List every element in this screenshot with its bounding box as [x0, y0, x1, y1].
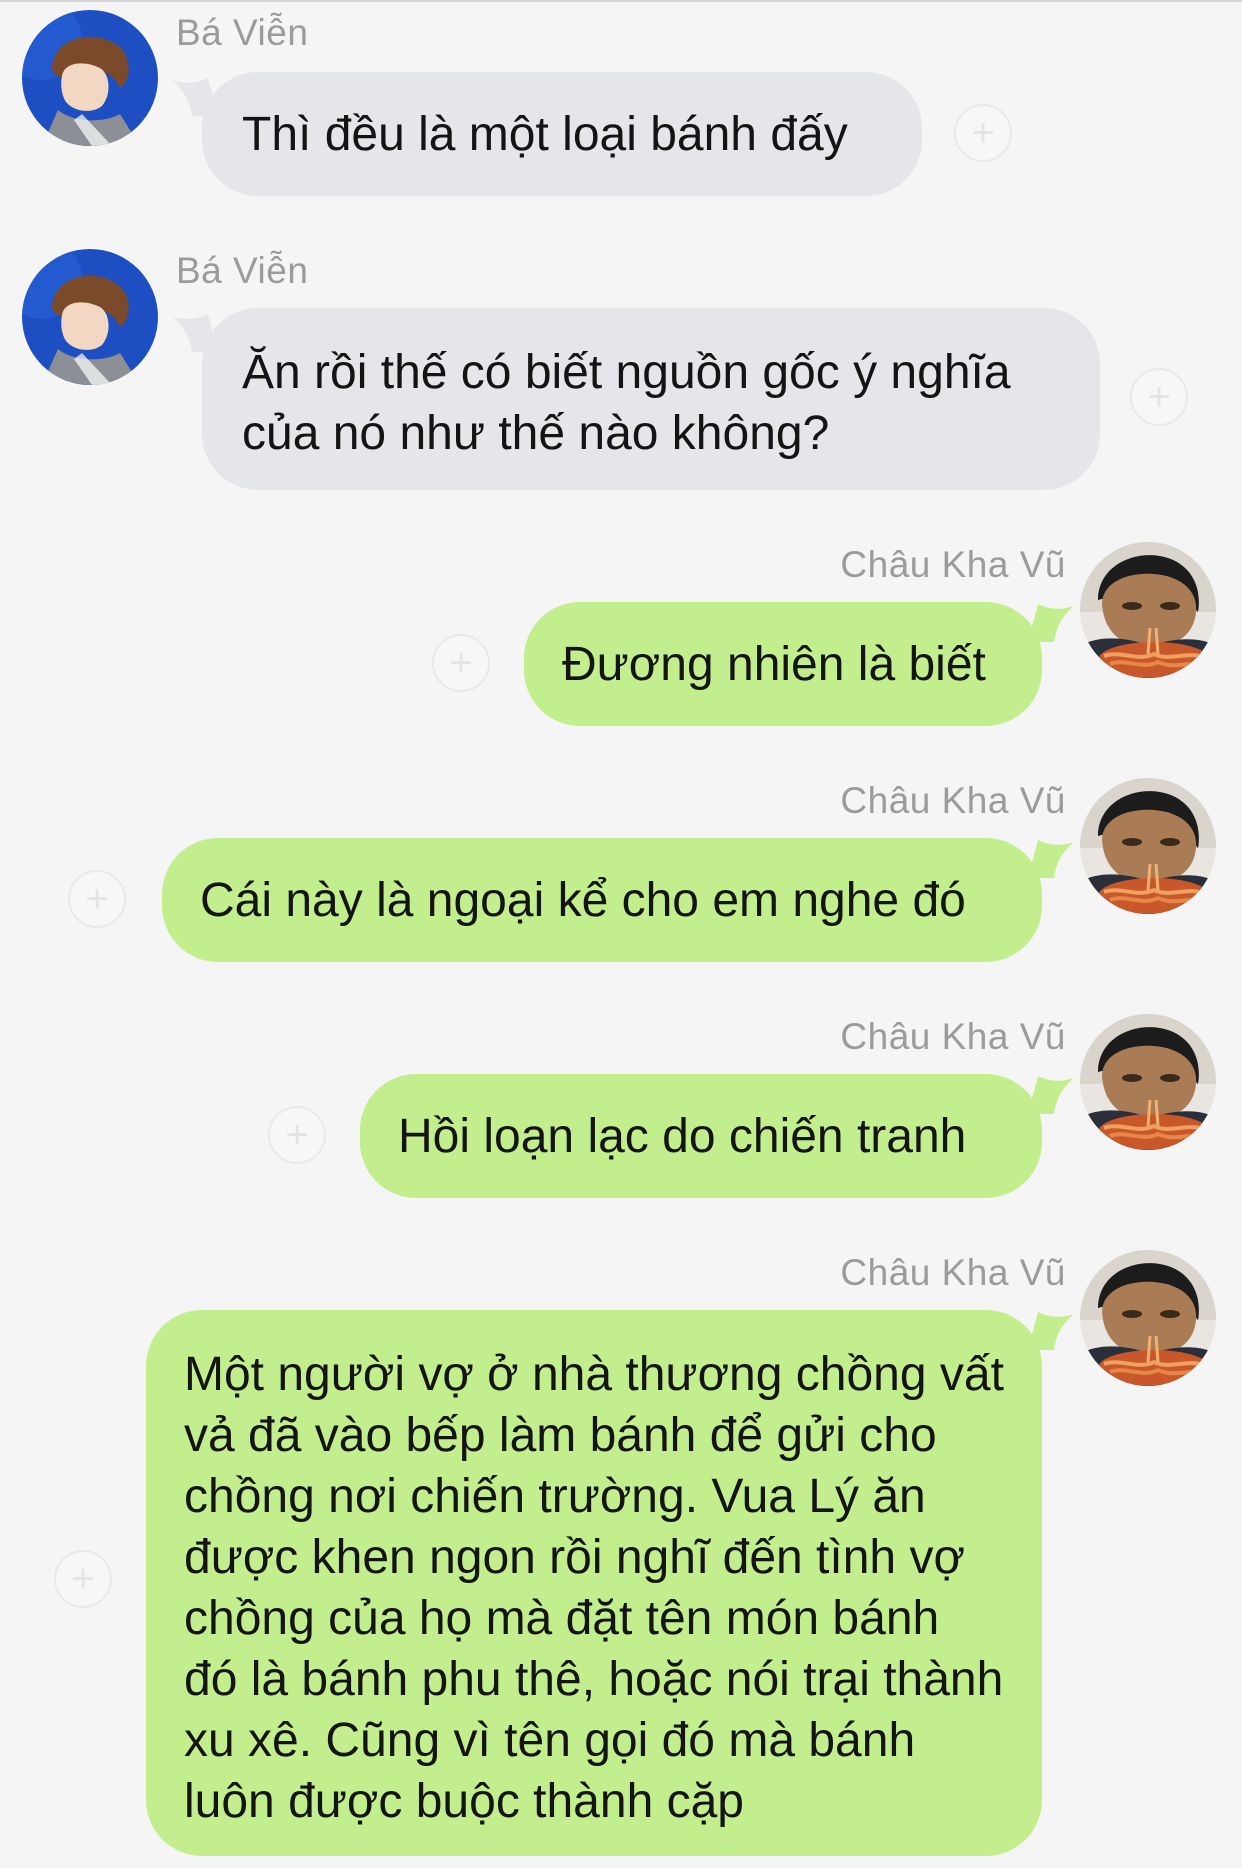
avatar-chau-kha-vu[interactable] [1080, 778, 1216, 914]
add-reaction-icon[interactable]: + [54, 1550, 112, 1608]
sender-name: Châu Kha Vũ [840, 1016, 1066, 1057]
add-reaction-icon[interactable]: + [68, 870, 126, 928]
avatar-ba-vien[interactable] [22, 10, 158, 146]
add-reaction-icon[interactable]: + [432, 634, 490, 692]
avatar-ba-vien[interactable] [22, 249, 158, 385]
avatar-chau-kha-vu[interactable] [1080, 542, 1216, 678]
sender-name: Bá Viễn [176, 12, 309, 53]
message-bubble[interactable]: Cái này là ngoại kể cho em nghe đó [162, 838, 1042, 962]
sender-name: Bá Viễn [176, 250, 309, 291]
message-bubble[interactable]: Ăn rồi thế có biết nguồn gốc ý nghĩa của… [202, 308, 1100, 490]
message-bubble[interactable]: Đương nhiên là biết [524, 602, 1042, 726]
message-bubble[interactable]: Thì đều là một loại bánh đấy [202, 72, 922, 196]
avatar-chau-kha-vu[interactable] [1080, 1250, 1216, 1386]
add-reaction-icon[interactable]: + [954, 104, 1012, 162]
message-bubble[interactable]: Hồi loạn lạc do chiến tranh [360, 1074, 1042, 1198]
avatar-chau-kha-vu[interactable] [1080, 1014, 1216, 1150]
sender-name: Châu Kha Vũ [840, 780, 1066, 821]
message-bubble[interactable]: Một người vợ ở nhà thương chồng vất vả đ… [146, 1310, 1042, 1856]
chat-conversation: Bá Viễn Thì đều là một loại bánh đấy + B… [0, 0, 1242, 1868]
sender-name: Châu Kha Vũ [840, 1252, 1066, 1293]
add-reaction-icon[interactable]: + [1130, 368, 1188, 426]
add-reaction-icon[interactable]: + [268, 1106, 326, 1164]
sender-name: Châu Kha Vũ [840, 544, 1066, 585]
